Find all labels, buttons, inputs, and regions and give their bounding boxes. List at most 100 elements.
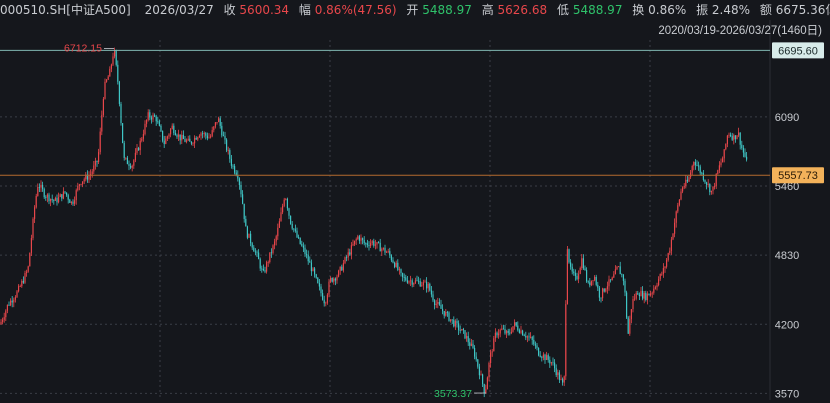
candle-body [123, 143, 125, 158]
candle-body [686, 179, 688, 182]
candle-body [738, 132, 740, 136]
candle-body [459, 330, 461, 331]
candle-body [291, 223, 293, 229]
candle-body [243, 203, 245, 219]
candle-body [104, 81, 106, 99]
candle-body [162, 130, 164, 141]
date-range-label[interactable]: 2020/03/19-2026/03/27(1460日) [658, 22, 822, 38]
candle-body [339, 266, 341, 271]
candle-body [218, 118, 220, 123]
candle-body [456, 321, 458, 324]
candle-body [627, 317, 629, 334]
candle-body [675, 211, 677, 223]
candle-body [718, 165, 720, 171]
candle-body [389, 251, 391, 256]
candle-body [0, 321, 2, 325]
candle-body [491, 351, 493, 353]
candle-body [538, 347, 540, 356]
candle-body [301, 244, 303, 246]
candle-body [147, 112, 149, 120]
candle-body [312, 268, 314, 272]
candle-body [502, 328, 504, 330]
current-price-label: 5557.73 [778, 170, 818, 182]
candle-body [730, 134, 732, 137]
amount-label: 额 [759, 3, 772, 17]
candle-body [109, 68, 111, 77]
candle-body [584, 268, 586, 271]
candle-body [387, 251, 389, 253]
candle-body [82, 181, 84, 185]
candle-body [146, 119, 148, 124]
candle-body [374, 244, 376, 246]
candle-body [702, 173, 704, 180]
candle-body [306, 254, 308, 255]
candle-body [498, 333, 500, 336]
candle-body [610, 279, 612, 281]
candle-body [342, 263, 344, 271]
candle-body [58, 196, 60, 203]
candle-body [355, 239, 357, 241]
quote-header: 000510.SH[中证A500] 2026/03/27 收 5600.34 幅… [0, 0, 830, 20]
candle-body [634, 298, 636, 300]
candle-body [227, 150, 229, 151]
candle-body [195, 137, 197, 140]
candle-body [187, 138, 189, 141]
candle-body [88, 175, 90, 180]
candle-body [394, 262, 396, 267]
candle-body [336, 276, 338, 281]
candle-body [122, 123, 124, 144]
candle-body [632, 299, 634, 310]
candle-body [688, 177, 690, 182]
candle-body [69, 199, 71, 203]
candle-body [206, 135, 208, 139]
candle-body [442, 308, 444, 311]
candle-body [482, 374, 484, 385]
candle-body [710, 190, 712, 193]
candle-body [490, 352, 492, 363]
candle-body [662, 268, 664, 274]
candle-body [691, 165, 693, 173]
candle-body [598, 287, 600, 298]
y-tick-label: 6090 [775, 112, 799, 124]
candle-body [677, 205, 679, 212]
candle-body [253, 247, 255, 252]
candle-body [8, 304, 10, 306]
turnover-label: 换 [632, 3, 645, 17]
candle-body [222, 135, 224, 137]
candle-body [168, 134, 170, 137]
candle-body [190, 141, 192, 144]
candle-body [701, 172, 703, 174]
candle-body [216, 122, 218, 123]
candle-body [629, 319, 631, 334]
candle-body [296, 230, 298, 238]
candle-body [453, 319, 455, 327]
candle-body [446, 312, 448, 313]
candle-body [515, 322, 517, 326]
candle-body [622, 274, 624, 281]
candle-body [83, 179, 85, 182]
candle-body [277, 227, 279, 237]
candle-body [526, 336, 528, 338]
candle-body [251, 243, 253, 248]
candle-body [742, 147, 744, 153]
index-code[interactable]: 000510.SH[中证A500] [0, 0, 131, 20]
candle-body [586, 270, 588, 282]
candle-body [194, 137, 196, 144]
candle-body [32, 218, 34, 239]
candle-body [322, 293, 324, 300]
candle-body [213, 126, 215, 131]
candle-body [293, 228, 295, 230]
candle-body [630, 309, 632, 320]
candle-body [259, 259, 261, 269]
candle-body [619, 266, 621, 275]
candle-body [693, 162, 695, 166]
candle-body [579, 267, 581, 274]
candle-body [118, 81, 120, 104]
candle-body [46, 194, 48, 198]
amplitude-label: 振 [696, 3, 709, 17]
candle-body [189, 138, 191, 142]
candle-body [349, 252, 351, 255]
candle-body [715, 173, 717, 186]
candle-body [565, 304, 567, 377]
candle-body [646, 293, 648, 301]
